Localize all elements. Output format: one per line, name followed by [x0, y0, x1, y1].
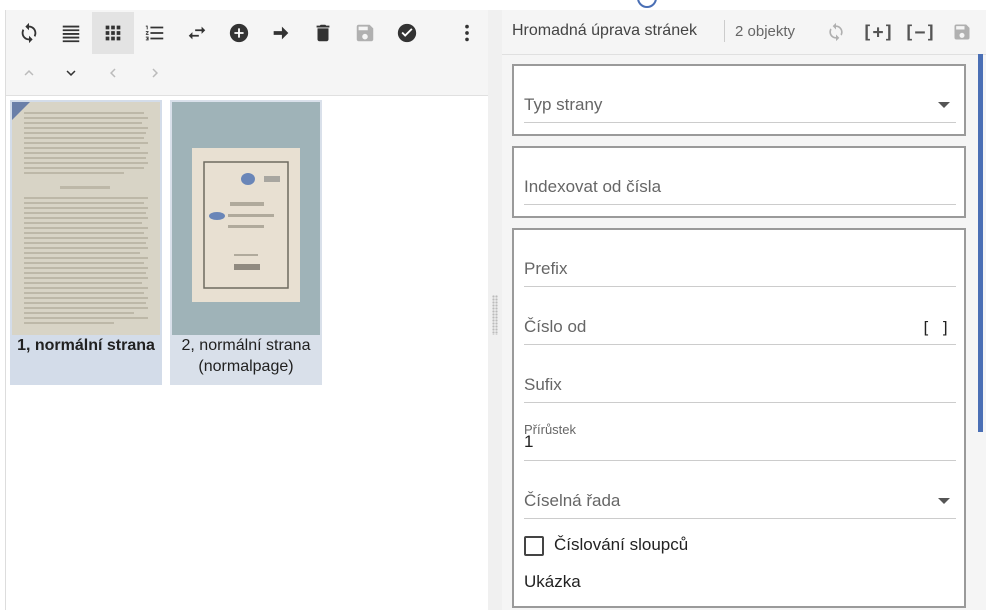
chevron-down-icon	[938, 498, 950, 504]
chevron-left-icon	[110, 68, 116, 78]
page-type-card: Typ strany	[512, 64, 966, 136]
move-down-button[interactable]	[56, 58, 86, 88]
add-bracket-button[interactable]: [+]	[858, 20, 898, 44]
add-button[interactable]	[218, 12, 260, 54]
more-options-button[interactable]	[446, 12, 488, 54]
chevron-right-icon	[152, 68, 158, 78]
number-from-input[interactable]: Číslo od [ ]	[524, 312, 956, 345]
brackets-toggle[interactable]: [ ]	[921, 318, 950, 337]
suffix-label: Sufix	[524, 375, 562, 394]
page-type-label: Typ strany	[524, 95, 603, 114]
panel-handle-icon[interactable]	[637, 0, 657, 8]
number-series-select[interactable]: Číselná řada	[524, 486, 956, 519]
prefix-input[interactable]: Prefix	[524, 254, 956, 287]
refresh-icon	[829, 22, 843, 42]
swap-icon	[188, 26, 206, 40]
arrow-right-icon	[273, 26, 289, 40]
thumbnail-caption: 2, normální strana (normalpage)	[181, 337, 311, 375]
previous-button[interactable]	[98, 58, 128, 88]
increment-input[interactable]: Přírůstek 1	[524, 422, 956, 461]
add-circle-icon	[229, 23, 249, 43]
thumbnail-toolbar	[6, 10, 489, 96]
chevron-down-icon	[938, 102, 950, 108]
splitter-grip[interactable]	[492, 295, 498, 335]
number-series-label: Číselná řada	[524, 491, 621, 510]
bulk-edit-panel: Hromadná úprava stránek 2 objekty [+] [−…	[502, 10, 986, 610]
trash-icon	[316, 24, 330, 42]
chevron-up-icon	[24, 70, 34, 76]
object-count: 2 objekty	[735, 23, 796, 40]
chevron-down-icon	[66, 70, 76, 76]
cover-page-scan	[172, 102, 320, 335]
reset-button[interactable]	[824, 20, 848, 44]
prefix-label: Prefix	[524, 259, 568, 278]
number-from-label: Číslo od	[524, 317, 587, 336]
panel-save-button[interactable]	[950, 20, 974, 44]
save-icon	[356, 24, 374, 42]
index-card: Indexovat od čísla	[512, 146, 966, 218]
text-page-scan	[12, 102, 160, 335]
page-scan-image	[12, 102, 160, 335]
page-thumbnail-1[interactable]: 1, normální strana	[10, 100, 162, 385]
page-thumbnail-2[interactable]: 2, normální strana (normalpage)	[170, 100, 322, 385]
panel-header: Hromadná úprava stránek 2 objekty [+] [−…	[502, 10, 986, 55]
check-circle-icon	[397, 23, 417, 43]
column-numbering-label: Číslování sloupců	[554, 535, 689, 554]
save-button[interactable]	[344, 12, 386, 54]
grid-view-button[interactable]	[92, 12, 134, 54]
delete-button[interactable]	[302, 12, 344, 54]
swap-button[interactable]	[176, 12, 218, 54]
suffix-input[interactable]: Sufix	[524, 370, 956, 403]
next-button[interactable]	[140, 58, 170, 88]
refresh-icon	[21, 22, 37, 44]
increment-value: 1	[524, 432, 534, 451]
index-from-label: Indexovat od čísla	[524, 177, 662, 196]
page-type-select[interactable]: Typ strany	[524, 90, 956, 123]
save-icon	[954, 24, 970, 40]
move-button[interactable]	[260, 12, 302, 54]
more-vert-icon	[465, 24, 469, 42]
list-view-icon	[62, 25, 80, 43]
numbering-card: Prefix Číslo od [ ] Sufix Přírůstek 1 Čí…	[512, 228, 966, 608]
grid-view-icon	[105, 25, 121, 41]
refresh-button[interactable]	[8, 12, 50, 54]
panel-title: Hromadná úprava stránek	[512, 22, 697, 39]
scrollbar-thumb[interactable]	[978, 54, 983, 432]
page-scan-image	[172, 102, 320, 335]
numbered-list-icon	[145, 25, 164, 41]
numbered-list-button[interactable]	[134, 12, 176, 54]
header-divider	[724, 20, 725, 42]
confirm-button[interactable]	[386, 12, 428, 54]
left-pane: 1, normální strana 2, normální strana (n…	[5, 10, 489, 610]
index-from-input[interactable]: Indexovat od čísla	[524, 172, 956, 205]
thumbnail-caption: 1, normální strana	[17, 337, 155, 354]
pane-splitter[interactable]	[488, 10, 502, 610]
move-up-button[interactable]	[14, 58, 44, 88]
column-numbering-checkbox[interactable]	[524, 536, 544, 556]
remove-bracket-button[interactable]: [−]	[900, 20, 940, 44]
preview-label: Ukázka	[524, 572, 581, 591]
list-view-button[interactable]	[50, 12, 92, 54]
